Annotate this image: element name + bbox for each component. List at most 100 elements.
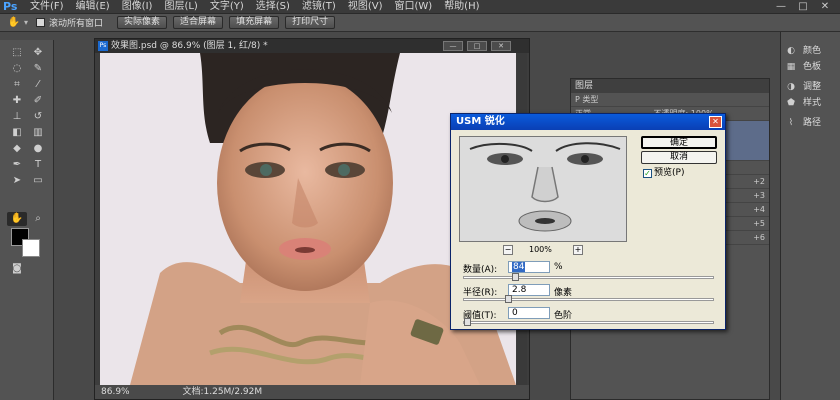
print-size-button[interactable]: 打印尺寸 <box>285 16 336 29</box>
healing-tool-icon[interactable]: ✚ <box>7 94 27 108</box>
menu-type[interactable]: 文字(Y) <box>204 0 250 14</box>
layers-panel-header: 图层 <box>571 79 769 93</box>
minimize-button[interactable]: — <box>770 0 792 14</box>
clone-stamp-tool-icon[interactable]: ⊥ <box>7 110 27 124</box>
doc-close-button[interactable]: ✕ <box>491 41 511 51</box>
close-window-button[interactable]: ✕ <box>814 0 836 14</box>
dialog-title-bar[interactable]: USM 锐化 ✕ <box>451 114 725 130</box>
quick-mask-icon[interactable]: ◙ <box>7 262 27 276</box>
amount-slider[interactable] <box>463 273 714 281</box>
preview-checkbox[interactable]: ✓ <box>643 169 652 178</box>
dialog-close-button[interactable]: ✕ <box>709 116 722 128</box>
brush-tool-icon[interactable]: ✐ <box>28 94 48 108</box>
menu-image[interactable]: 图像(I) <box>116 0 159 14</box>
history-brush-tool-icon[interactable]: ↺ <box>28 110 48 124</box>
adjustments-icon: ◑ <box>787 82 795 92</box>
blur-tool-icon[interactable]: ◆ <box>7 142 27 156</box>
menu-layer[interactable]: 图层(L) <box>158 0 203 14</box>
fill-screen-button[interactable]: 填充屏幕 <box>229 16 280 29</box>
layers-filter-row[interactable]: P 类型 <box>571 93 769 107</box>
eraser-tool-icon[interactable]: ◧ <box>7 126 27 140</box>
amount-unit: % <box>554 262 563 272</box>
pen-tool-icon[interactable]: ✒ <box>7 158 27 172</box>
scroll-all-windows-label: 滚动所有窗口 <box>49 19 104 29</box>
dock-adjustments[interactable]: ◑ 调整 <box>785 80 840 94</box>
amount-label: 数量(A): <box>463 265 498 275</box>
preview-zoom-controls: − 100% + <box>459 244 627 256</box>
color-icon: ◐ <box>787 46 795 56</box>
document-title-bar[interactable]: Ps 效果图.psd @ 86.9% (图层 1, 红/8) * — □ ✕ <box>95 39 529 53</box>
tool-preset-dropdown-icon[interactable]: ▾ <box>24 18 28 27</box>
preview-window[interactable] <box>459 136 627 242</box>
dock-color[interactable]: ◐ 颜色 <box>785 44 840 58</box>
threshold-input[interactable]: 0 <box>508 307 550 319</box>
fit-screen-button[interactable]: 适合屏幕 <box>173 16 224 29</box>
ok-button[interactable]: 确定 <box>641 136 717 149</box>
background-color-swatch[interactable] <box>22 239 40 257</box>
path-select-tool-icon[interactable]: ➤ <box>7 174 27 188</box>
status-doc-size: 文档:1.25M/2.92M <box>182 387 263 397</box>
zoom-value: 100% <box>529 245 552 254</box>
hand-tool-icon[interactable]: ✋ <box>7 212 27 226</box>
status-zoom[interactable]: 86.9% <box>101 387 130 397</box>
menu-filter[interactable]: 滤镜(T) <box>296 0 342 14</box>
move-tool-icon[interactable]: ✥ <box>28 46 48 60</box>
ps-logo: Ps <box>3 0 18 13</box>
actual-pixels-button[interactable]: 实际像素 <box>117 16 168 29</box>
radius-slider[interactable] <box>463 295 714 303</box>
dodge-tool-icon[interactable]: ● <box>28 142 48 156</box>
zoom-out-button[interactable]: − <box>503 245 513 255</box>
dock-swatches[interactable]: ▦ 色板 <box>785 60 840 74</box>
radius-unit: 像素 <box>554 288 573 298</box>
menu-bar: Ps 文件(F) 编辑(E) 图像(I) 图层(L) 文字(Y) 选择(S) 滤… <box>0 0 840 14</box>
zoom-in-button[interactable]: + <box>573 245 583 255</box>
menu-select[interactable]: 选择(S) <box>250 0 296 14</box>
unsharp-mask-dialog: USM 锐化 ✕ − 100% + 确定 取消 ✓ 预览(P) 数量(A): 8… <box>450 113 726 330</box>
type-tool-icon[interactable]: T <box>28 158 48 172</box>
marquee-tool-icon[interactable]: ⬚ <box>7 46 27 60</box>
document-title: 效果图.psd @ 86.9% (图层 1, 红/8) * <box>111 41 268 51</box>
preview-label: 预览(P) <box>654 168 685 178</box>
threshold-slider[interactable] <box>463 318 714 326</box>
menu-view[interactable]: 视图(V) <box>342 0 389 14</box>
quick-select-tool-icon[interactable]: ✎ <box>28 62 48 76</box>
document-ps-icon: Ps <box>98 41 108 51</box>
menu-window[interactable]: 窗口(W) <box>388 0 438 14</box>
threshold-slider-thumb[interactable] <box>464 318 471 326</box>
paths-icon: ⌇ <box>788 118 794 128</box>
zoom-tool-icon[interactable]: ⌕ <box>28 212 48 226</box>
toolbox: ⬚ ✥ ◌ ✎ ⌗ ⁄ ✚ ✐ ⊥ ↺ ◧ ▥ ◆ ● ✒ T ➤ ▭ ✋ ⌕ … <box>0 40 54 400</box>
amount-slider-thumb[interactable] <box>512 273 519 281</box>
radius-input[interactable]: 2.8 <box>508 284 550 296</box>
maximize-button[interactable]: □ <box>792 0 814 14</box>
document-status-bar: 86.9% 文档:1.25M/2.92M <box>95 385 529 399</box>
cancel-button[interactable]: 取消 <box>641 151 717 164</box>
eyedropper-tool-icon[interactable]: ⁄ <box>28 78 48 92</box>
amount-input[interactable]: 84 <box>508 261 550 273</box>
doc-minimize-button[interactable]: — <box>443 41 463 51</box>
shape-tool-icon[interactable]: ▭ <box>28 174 48 188</box>
styles-icon: ⬟ <box>787 98 795 108</box>
swatches-icon: ▦ <box>786 62 796 72</box>
layers-panel-title[interactable]: 图层 <box>575 81 593 91</box>
radius-label: 半径(R): <box>463 288 498 298</box>
right-dock: ◐ 颜色 ▦ 色板 ◑ 调整 ⬟ 样式 ⌇ 路径 <box>780 32 840 400</box>
preview-checkbox-row[interactable]: ✓ 预览(P) <box>643 167 713 179</box>
preview-image <box>460 137 626 241</box>
threshold-unit: 色阶 <box>554 311 573 321</box>
photoshop-window: Ps 文件(F) 编辑(E) 图像(I) 图层(L) 文字(Y) 选择(S) 滤… <box>0 0 840 400</box>
crop-tool-icon[interactable]: ⌗ <box>7 78 27 92</box>
options-bar: ✋ ▾ 滚动所有窗口 实际像素 适合屏幕 填充屏幕 打印尺寸 <box>0 14 840 32</box>
menu-edit[interactable]: 编辑(E) <box>70 0 116 14</box>
menu-file[interactable]: 文件(F) <box>24 0 70 14</box>
scroll-all-windows-checkbox[interactable] <box>36 18 46 27</box>
radius-slider-thumb[interactable] <box>505 295 512 303</box>
dock-paths[interactable]: ⌇ 路径 <box>785 116 840 130</box>
gradient-tool-icon[interactable]: ▥ <box>28 126 48 140</box>
hand-tool-icon: ✋ <box>7 17 21 28</box>
dock-styles[interactable]: ⬟ 样式 <box>785 96 840 110</box>
dialog-title: USM 锐化 <box>456 116 505 127</box>
lasso-tool-icon[interactable]: ◌ <box>7 62 27 76</box>
doc-maximize-button[interactable]: □ <box>467 41 487 51</box>
menu-help[interactable]: 帮助(H) <box>438 0 485 14</box>
